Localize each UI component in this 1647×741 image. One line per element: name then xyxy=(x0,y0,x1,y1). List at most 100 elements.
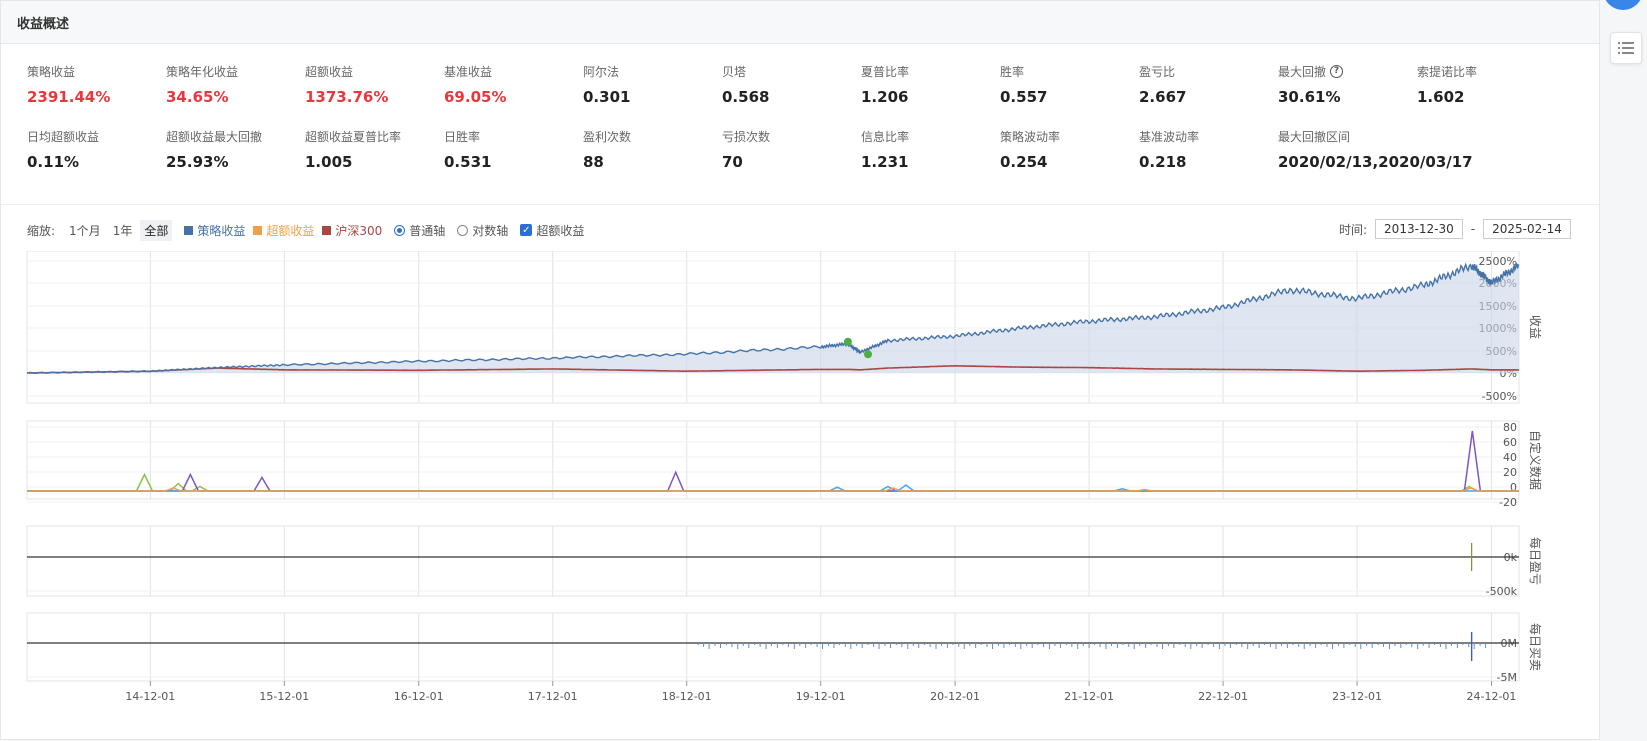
y-axis-label: 收益 xyxy=(1528,315,1542,339)
x-tick-label: 14-12-01 xyxy=(125,690,175,703)
time-range: 时间: 2013-12-30 - 2025-02-14 xyxy=(1339,219,1579,239)
zoom-label: 缩放: xyxy=(27,223,56,238)
metric-value: 1373.76% xyxy=(305,88,389,106)
x-tick-label: 16-12-01 xyxy=(394,690,444,703)
x-tick-label: 20-12-01 xyxy=(930,690,980,703)
legend-strategy-swatch xyxy=(184,225,194,235)
x-tick-label: 18-12-01 xyxy=(662,690,712,703)
returns-chart[interactable]: 14-12-01 15-12-01 16-12-01 17-12-01 18-12-01… xyxy=(1,251,1599,741)
y-tick-label: -20 xyxy=(1499,496,1517,509)
metric-label: 策略年化收益 xyxy=(166,63,306,80)
metric-item: 索提诺比率 1.602 xyxy=(1417,63,1557,106)
time-separator: - xyxy=(1470,222,1476,236)
metric-label: 基准收益 xyxy=(444,63,584,80)
metric-item: 策略收益 2391.44% xyxy=(27,63,167,106)
y-tick-label: 60 xyxy=(1503,436,1517,449)
pane-frame xyxy=(26,612,1520,682)
legend-excess[interactable]: 超额收益 xyxy=(253,222,314,239)
metric-value: 2391.44% xyxy=(27,88,111,106)
metric-label: 日均超额收益 xyxy=(27,128,167,145)
legend-strategy[interactable]: 策略收益 xyxy=(184,222,245,239)
legend-benchmark[interactable]: 沪深300 xyxy=(322,222,382,239)
returns-overview-panel: 收益概述 策略收益 2391.44% 策略年化收益 34.65% 超额收益 1373.76… xyxy=(0,0,1600,740)
y-tick-label: -500k xyxy=(1486,585,1518,598)
zoom-1m-button[interactable]: 1个月 xyxy=(65,220,105,241)
metric-item: 超额收益最大回撤 25.93% xyxy=(166,128,306,171)
metric-label-text: 基准收益 xyxy=(444,65,493,79)
metric-value: 0.11% xyxy=(27,153,80,171)
metric-label-text: 超额收益最大回撤 xyxy=(166,130,263,144)
metric-label-text: 策略收益 xyxy=(27,65,76,79)
excess-checkbox-label: 超额收益 xyxy=(536,223,585,238)
metric-label-text: 最大回撤 xyxy=(1278,65,1327,79)
metric-label: 日胜率 xyxy=(444,128,584,145)
time-end-input[interactable]: 2025-02-14 xyxy=(1483,219,1571,239)
legend-excess-swatch xyxy=(253,225,263,235)
metric-item: 贝塔 0.568 xyxy=(722,63,862,106)
metric-value: 0.557 xyxy=(1000,88,1048,106)
y-tick-label: 2500% xyxy=(1479,255,1517,268)
metric-item: 基准收益 69.05% xyxy=(444,63,584,106)
metric-label-text: 胜率 xyxy=(1000,65,1025,79)
metric-label-text: 索提诺比率 xyxy=(1417,65,1478,79)
metric-item: 日均超额收益 0.11% xyxy=(27,128,167,171)
drawdown-start-marker xyxy=(843,337,852,346)
metric-value: 88 xyxy=(583,153,604,171)
metric-label-text: 基准波动率 xyxy=(1139,130,1200,144)
legend-strategy-label: 策略收益 xyxy=(197,223,246,238)
metric-value: 1.602 xyxy=(1417,88,1465,106)
y-tick-label: -5M xyxy=(1497,671,1517,684)
metric-item: 胜率 0.557 xyxy=(1000,63,1140,106)
zoom-1y-button[interactable]: 1年 xyxy=(109,220,137,241)
metric-label: 策略收益 xyxy=(27,63,167,80)
metric-label-text: 超额收益 xyxy=(305,65,354,79)
metric-label-text: 盈利次数 xyxy=(583,130,632,144)
metric-value: 2020/02/13,2020/03/17 xyxy=(1278,153,1473,171)
x-tick-label: 21-12-01 xyxy=(1064,690,1114,703)
metric-value: 69.05% xyxy=(444,88,507,106)
metric-label-text: 策略年化收益 xyxy=(166,65,239,79)
log-axis-radio[interactable] xyxy=(457,224,469,236)
metric-label-text: 最大回撤区间 xyxy=(1278,130,1351,144)
metric-item: 最大回撤? 30.61% xyxy=(1278,63,1418,106)
metric-label: 盈利次数 xyxy=(583,128,723,145)
metric-item: 策略年化收益 34.65% xyxy=(166,63,306,106)
help-icon[interactable]: ? xyxy=(1330,65,1344,78)
avatar-icon[interactable] xyxy=(1603,0,1643,10)
zoom-all-button[interactable]: 全部 xyxy=(140,219,173,241)
normal-axis-radio[interactable] xyxy=(394,224,406,236)
metric-item: 基准波动率 0.218 xyxy=(1139,128,1279,171)
metric-label-text: 策略波动率 xyxy=(1000,130,1061,144)
x-tick-label: 24-12-01 xyxy=(1466,690,1516,703)
metric-label: 策略波动率 xyxy=(1000,128,1140,145)
metric-value: 2.667 xyxy=(1139,88,1187,106)
excess-checkbox[interactable]: ✓ xyxy=(520,224,533,236)
metric-item: 亏损次数 70 xyxy=(722,128,862,171)
metric-label-text: 亏损次数 xyxy=(722,130,771,144)
panel-title: 收益概述 xyxy=(1,1,1599,44)
log-axis-label: 对数轴 xyxy=(472,223,509,238)
x-tick-label: 19-12-01 xyxy=(796,690,846,703)
metric-item: 最大回撤区间 2020/02/13,2020/03/17 xyxy=(1278,128,1473,171)
y-axis-label: 自定义数据 xyxy=(1528,430,1543,490)
metric-item: 日胜率 0.531 xyxy=(444,128,584,171)
metric-label-text: 盈亏比 xyxy=(1139,65,1176,79)
metric-value: 0.218 xyxy=(1139,153,1187,171)
y-axis-label: 每日盈亏 xyxy=(1528,537,1543,585)
metric-value: 0.531 xyxy=(444,153,492,171)
list-icon[interactable] xyxy=(1610,32,1642,64)
time-start-input[interactable]: 2013-12-30 xyxy=(1375,219,1463,239)
metric-item: 超额收益 1373.76% xyxy=(305,63,445,106)
metric-item: 夏普比率 1.206 xyxy=(861,63,1001,106)
x-tick-label: 15-12-01 xyxy=(259,690,309,703)
y-axis-label: 每日买卖 xyxy=(1528,623,1543,671)
metric-value: 34.65% xyxy=(166,88,229,106)
metric-value: 1.005 xyxy=(305,153,353,171)
metric-label-text: 夏普比率 xyxy=(861,65,910,79)
metric-label-text: 信息比率 xyxy=(861,130,910,144)
metric-label: 最大回撤区间 xyxy=(1278,128,1418,145)
x-tick-label: 23-12-01 xyxy=(1332,690,1382,703)
metric-value: 0.568 xyxy=(722,88,770,106)
metric-item: 信息比率 1.231 xyxy=(861,128,1001,171)
metric-label-text: 贝塔 xyxy=(722,65,747,79)
